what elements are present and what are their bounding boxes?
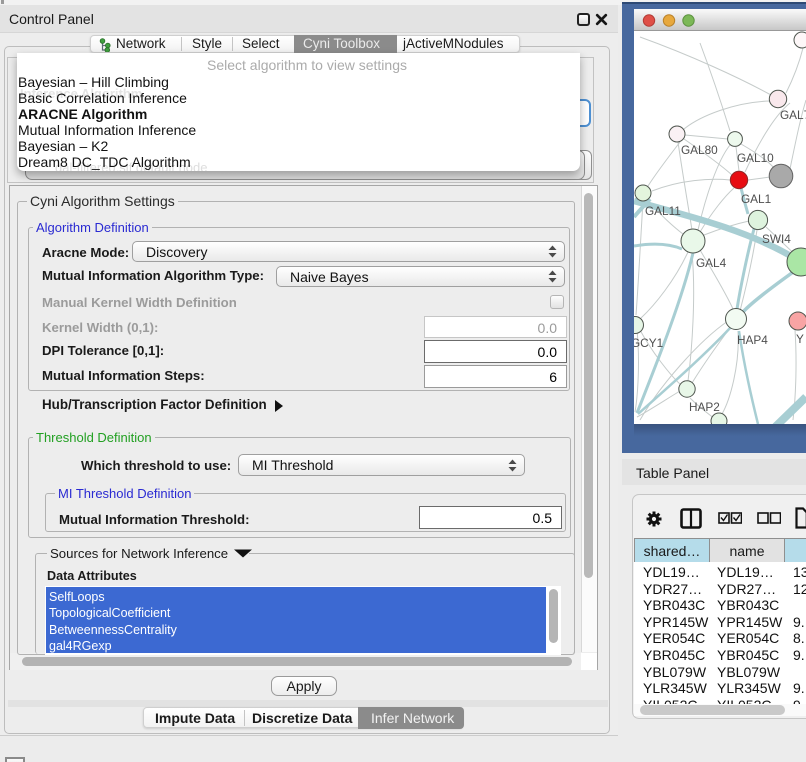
svg-text:GAL7: GAL7 bbox=[780, 108, 806, 122]
svg-text:GAL1: GAL1 bbox=[741, 192, 771, 206]
svg-text:GCY1: GCY1 bbox=[634, 336, 663, 350]
svg-text:HAP2: HAP2 bbox=[689, 400, 720, 414]
svg-text:GAL4: GAL4 bbox=[696, 256, 727, 270]
svg-text:HAP4: HAP4 bbox=[737, 333, 768, 347]
svg-text:GAL10: GAL10 bbox=[737, 151, 774, 165]
svg-text:Y: Y bbox=[796, 332, 804, 346]
svg-text:SWI4: SWI4 bbox=[762, 232, 791, 246]
svg-text:GAL80: GAL80 bbox=[681, 143, 718, 157]
svg-text:GAL11: GAL11 bbox=[645, 204, 681, 218]
